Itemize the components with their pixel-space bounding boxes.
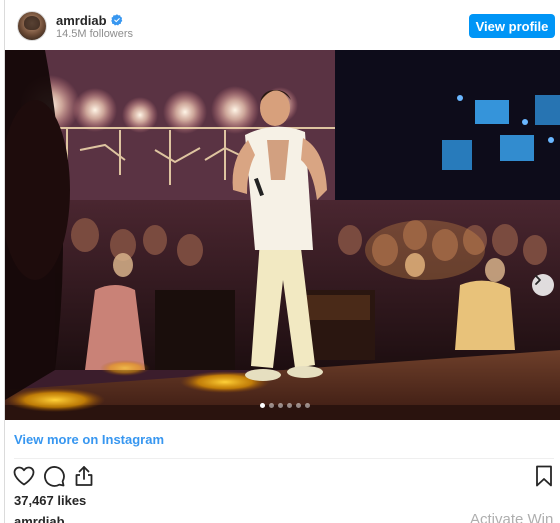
- post-photo[interactable]: [5, 50, 560, 420]
- divider: [14, 458, 554, 459]
- chevron-right-icon: [535, 275, 541, 285]
- comment-button[interactable]: [42, 464, 66, 488]
- follower-count: 14.5M followers: [56, 28, 134, 40]
- concert-scene: [5, 50, 560, 420]
- username[interactable]: amrdiab: [56, 13, 107, 28]
- save-button[interactable]: [532, 464, 556, 488]
- avatar[interactable]: [17, 11, 47, 41]
- carousel-dot[interactable]: [296, 403, 301, 408]
- comment-icon: [44, 466, 65, 487]
- caption-username[interactable]: amrdiab: [14, 514, 65, 523]
- view-more-link[interactable]: View more on Instagram: [14, 432, 164, 447]
- post-header: amrdiab 14.5M followers View profile: [5, 0, 560, 50]
- bookmark-icon: [536, 465, 552, 487]
- verified-badge-icon: [110, 14, 122, 26]
- carousel-dot[interactable]: [269, 403, 274, 408]
- os-activation-watermark: Activate Win: [470, 511, 554, 523]
- heart-icon: [13, 466, 35, 486]
- carousel-dot[interactable]: [305, 403, 310, 408]
- instagram-embed-card: amrdiab 14.5M followers View profile Vie…: [4, 0, 560, 523]
- carousel-dot[interactable]: [287, 403, 292, 408]
- username-row: amrdiab: [56, 12, 123, 28]
- share-icon: [75, 466, 93, 486]
- carousel-dot[interactable]: [260, 403, 265, 408]
- like-count[interactable]: 37,467 likes: [14, 493, 86, 508]
- share-button[interactable]: [72, 464, 96, 488]
- view-profile-button[interactable]: View profile: [469, 14, 555, 38]
- carousel-dots: [260, 403, 310, 408]
- next-slide-button[interactable]: [532, 274, 554, 296]
- carousel-dot[interactable]: [278, 403, 283, 408]
- like-button[interactable]: [12, 464, 36, 488]
